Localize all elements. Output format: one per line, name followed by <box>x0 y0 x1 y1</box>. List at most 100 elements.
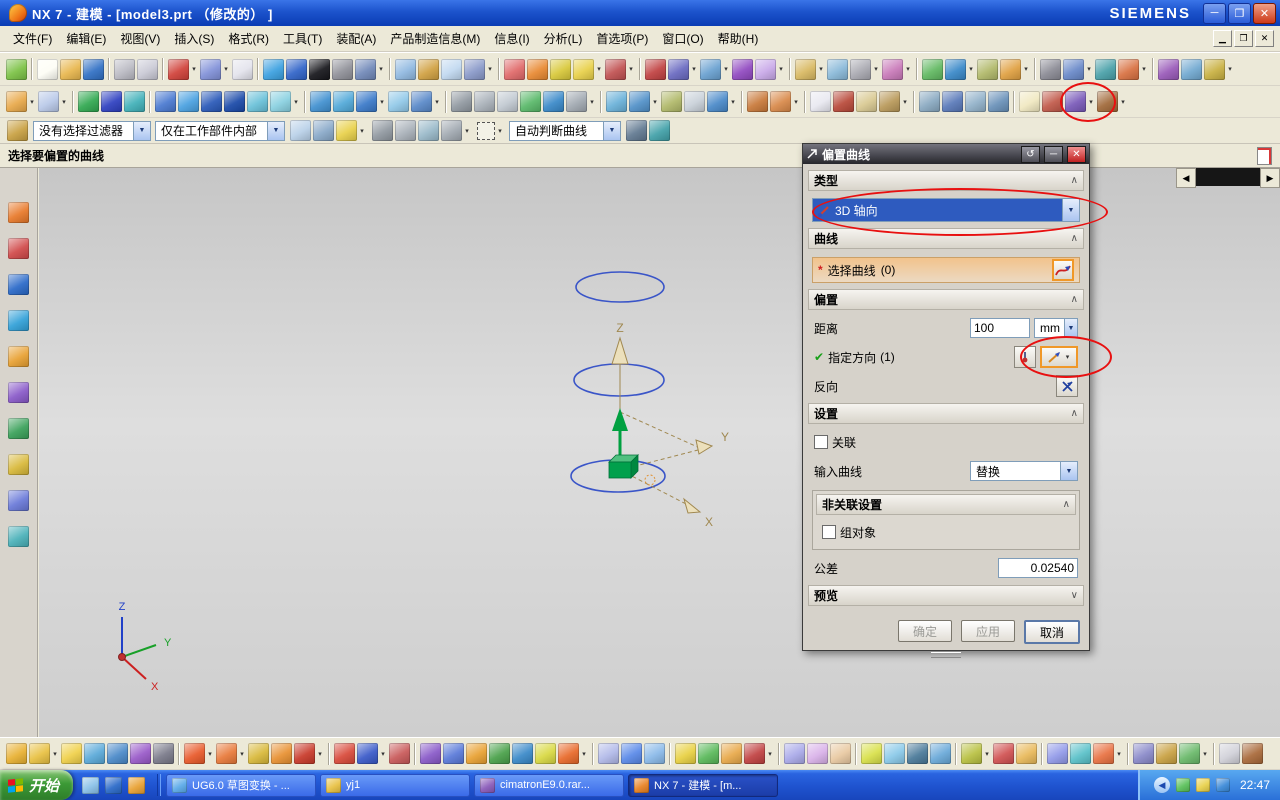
minimize-button[interactable]: ─ <box>1203 2 1226 24</box>
section-curve[interactable]: 曲线 ∧ <box>808 228 1084 249</box>
toolbar-icon[interactable] <box>1019 91 1040 112</box>
toolbar-icon[interactable] <box>286 58 307 80</box>
curve-ellipse-middle[interactable] <box>573 363 665 397</box>
chevron-down-icon[interactable]: ▾ <box>206 750 214 758</box>
toolbar-icon[interactable] <box>512 743 533 764</box>
chevron-down-icon[interactable]: ▾ <box>51 750 59 758</box>
chevron-down-icon[interactable]: ▾ <box>496 127 504 135</box>
toolbar-icon[interactable] <box>922 58 943 80</box>
toolbar-icon[interactable] <box>747 91 768 112</box>
toolbar-icon[interactable] <box>520 91 541 112</box>
toolbar-icon[interactable] <box>784 743 805 764</box>
selection-filter-dropdown[interactable]: 没有选择过滤器 ▼ <box>33 120 151 141</box>
toolbar-icon[interactable] <box>606 91 627 112</box>
toolbar-icon[interactable] <box>1133 743 1154 764</box>
toolbar-icon[interactable] <box>290 120 311 141</box>
chevron-down-icon[interactable]: ▾ <box>777 65 785 73</box>
chevron-down-icon[interactable]: ▾ <box>1022 65 1030 73</box>
toolbar-icon[interactable] <box>1095 58 1116 80</box>
section-offset[interactable]: 偏置 ∧ <box>808 289 1084 310</box>
toolbar-icon[interactable] <box>84 743 105 764</box>
toolbar-icon[interactable] <box>418 58 439 80</box>
toolbar-icon[interactable] <box>504 58 525 80</box>
toolbar-icon[interactable]: ▾ <box>1093 743 1123 764</box>
chevron-down-icon[interactable]: ▾ <box>651 98 659 106</box>
graphics-window[interactable]: Z Y X Z Y X <box>39 168 1280 737</box>
curve-select-button[interactable] <box>1052 259 1074 281</box>
menu-tools[interactable]: 工具(T) <box>276 27 329 50</box>
toolbar-icon[interactable] <box>224 91 245 112</box>
toolbar-icon[interactable]: ▾ <box>441 120 471 141</box>
chevron-down-icon[interactable]: ∨ <box>1071 590 1078 601</box>
chevron-down-icon[interactable]: ▾ <box>379 750 387 758</box>
toolbar-icon[interactable] <box>395 58 416 80</box>
toolbar-icon[interactable] <box>420 743 441 764</box>
toolbar-icon[interactable] <box>942 91 963 112</box>
toolbar-icon[interactable] <box>721 743 742 764</box>
chevron-down-icon[interactable]: ▾ <box>1201 750 1209 758</box>
toolbar-icon[interactable] <box>1158 58 1179 80</box>
toolbar-icon[interactable] <box>543 91 564 112</box>
apply-button[interactable]: 应用 <box>961 620 1015 642</box>
mdi-minimize-button[interactable]: ▁ <box>1213 30 1232 47</box>
toolbar-icon[interactable]: ▾ <box>700 58 730 80</box>
toolbar-icon[interactable]: ▾ <box>336 120 366 141</box>
toolbar-icon[interactable]: ▾ <box>464 58 494 80</box>
input-curve-dropdown[interactable]: 替换 ▼ <box>970 461 1078 481</box>
toolbar-icon[interactable] <box>114 58 135 80</box>
toolbar-icon[interactable] <box>263 58 284 80</box>
toolbar-icon[interactable] <box>418 120 439 141</box>
curve-ellipse-top[interactable] <box>575 271 665 303</box>
toolbar-icon[interactable]: ▾ <box>29 743 59 764</box>
dialog-minimize-icon[interactable]: ─ <box>1044 145 1063 163</box>
toolbar-icon[interactable] <box>8 346 29 367</box>
point-dialog-button[interactable] <box>1014 346 1036 368</box>
curve-rule-dropdown[interactable]: 自动判断曲线 ▼ <box>509 120 621 141</box>
dialog-close-icon[interactable]: ✕ <box>1067 145 1086 163</box>
toolbar-icon[interactable] <box>441 58 462 80</box>
chevron-down-icon[interactable]: ▾ <box>463 127 471 135</box>
toolbar-icon[interactable] <box>1016 743 1037 764</box>
toolbar-icon[interactable]: ▾ <box>605 58 635 80</box>
toolbar-icon[interactable] <box>37 58 58 80</box>
chevron-up-icon[interactable]: ∧ <box>1071 175 1078 186</box>
toolbar-icon[interactable]: ▾ <box>795 58 825 80</box>
toolbar-icon[interactable] <box>6 58 27 80</box>
toolbar-icon[interactable] <box>443 743 464 764</box>
chevron-down-icon[interactable]: ▾ <box>486 65 494 73</box>
toolbar-icon[interactable] <box>598 743 619 764</box>
chevron-down-icon[interactable]: ▾ <box>377 65 385 73</box>
chevron-down-icon[interactable]: ▾ <box>766 750 774 758</box>
toolbar-icon[interactable] <box>137 58 158 80</box>
chevron-down-icon[interactable]: ▼ <box>1064 319 1077 337</box>
toolbar-icon[interactable] <box>810 91 831 112</box>
menu-file[interactable]: 文件(F) <box>6 27 59 50</box>
chevron-down-icon[interactable]: ▾ <box>967 65 975 73</box>
menu-pmi[interactable]: 产品制造信息(M) <box>383 27 487 50</box>
chevron-down-icon[interactable]: ▾ <box>983 750 991 758</box>
toolbar-icon[interactable] <box>310 91 331 112</box>
chevron-down-icon[interactable]: ▾ <box>60 98 68 106</box>
chevron-down-icon[interactable]: ▾ <box>1087 98 1095 106</box>
tolerance-input[interactable] <box>998 558 1078 578</box>
toolbar-icon[interactable]: ▾ <box>566 91 596 112</box>
cancel-button[interactable]: 取消 <box>1024 620 1080 644</box>
section-nonassociative[interactable]: 非关联设置 ∧ <box>816 494 1076 515</box>
toolbar-icon[interactable] <box>78 91 99 112</box>
chevron-down-icon[interactable]: ▼ <box>1062 199 1079 221</box>
toolbar-icon[interactable] <box>827 58 848 80</box>
toolbar-icon[interactable]: ▾ <box>355 58 385 80</box>
toolbar-icon[interactable]: ▾ <box>357 743 387 764</box>
chevron-down-icon[interactable]: ▾ <box>872 65 880 73</box>
menu-insert[interactable]: 插入(S) <box>167 27 221 50</box>
toolbar-icon[interactable] <box>919 91 940 112</box>
toolbar-icon[interactable] <box>6 743 27 764</box>
toolbar-icon[interactable]: ▾ <box>1097 91 1127 112</box>
toolbar-icon[interactable] <box>309 58 330 80</box>
marquee-select-tool[interactable]: ▾ <box>477 121 504 140</box>
chevron-down-icon[interactable]: ▾ <box>378 98 386 106</box>
toolbar-icon[interactable] <box>8 418 29 439</box>
toolbar-icon[interactable] <box>1070 743 1091 764</box>
chevron-down-icon[interactable]: ▾ <box>190 65 198 73</box>
toolbar-icon[interactable] <box>8 454 29 475</box>
